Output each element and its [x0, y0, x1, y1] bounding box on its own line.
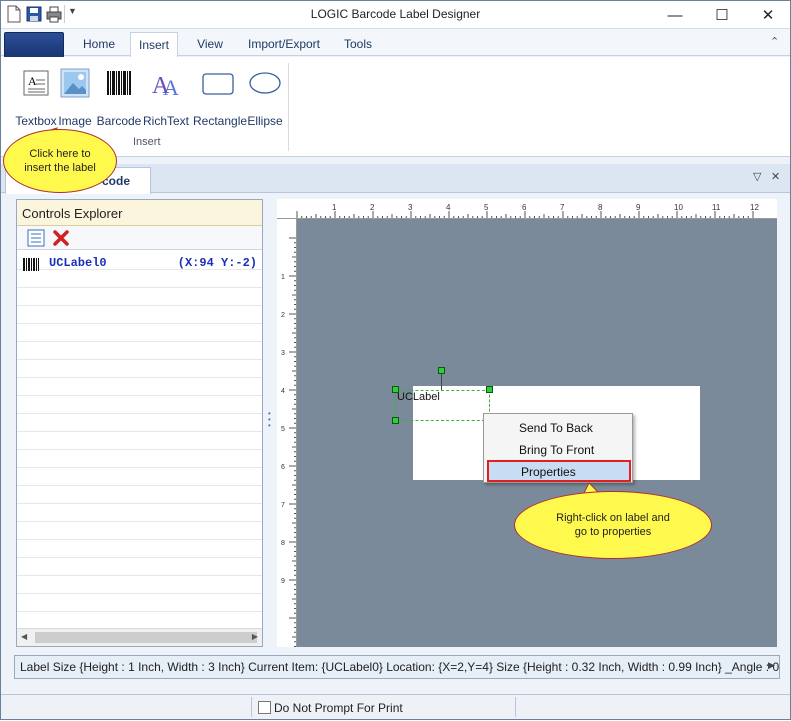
title-bar: ▼ LOGIC Barcode Label Designer — ☐ ✕ — [1, 1, 790, 29]
maximize-button[interactable]: ☐ — [699, 1, 745, 29]
ruler-label: 2 — [370, 203, 375, 212]
ruler-label: 10 — [674, 203, 683, 212]
controls-explorer-toolbar — [17, 226, 262, 250]
delete-icon[interactable] — [52, 229, 70, 247]
tab-import-export[interactable]: Import/Export — [241, 32, 327, 57]
list-item[interactable]: UCLabel0 (X:94 Y:-2) — [21, 256, 257, 273]
textbox-label: Textbox — [15, 114, 57, 128]
ruler-label: 5 — [281, 426, 285, 433]
image-label: Image — [58, 114, 92, 128]
image-icon — [60, 68, 90, 98]
textbox-button[interactable]: A Textbox — [13, 67, 59, 128]
rotation-handle[interactable] — [438, 367, 445, 374]
close-button[interactable]: ✕ — [745, 1, 791, 29]
controls-explorer-title: Controls Explorer — [17, 200, 262, 226]
ruler-label: 6 — [522, 203, 527, 212]
tab-view[interactable]: View — [185, 32, 235, 57]
resize-handle-bottom-left[interactable] — [392, 417, 399, 424]
menu-item-send-to-back[interactable]: Send To Back — [487, 417, 631, 438]
ruler-label: 7 — [281, 502, 285, 509]
menu-item-bring-to-front[interactable]: Bring To Front — [487, 439, 631, 460]
scroll-right-icon[interactable]: ▶ — [252, 632, 258, 641]
image-button[interactable]: Image — [58, 67, 92, 128]
callout-properties: Right-click on label and go to propertie… — [514, 491, 712, 559]
context-menu: Send To Back Bring To Front Properties — [483, 413, 633, 483]
resize-handle-top-left[interactable] — [392, 386, 399, 393]
richtext-button[interactable]: A A RichText — [143, 67, 189, 128]
ellipse-icon — [249, 72, 281, 94]
ruler-label: 8 — [598, 203, 603, 212]
print-prompt-option[interactable]: Do Not Prompt For Print — [251, 697, 516, 717]
rectangle-icon — [202, 73, 234, 95]
ruler-label: 3 — [408, 203, 413, 212]
resize-handle-top-right[interactable] — [486, 386, 493, 393]
collapse-ribbon-icon[interactable]: ⌃ — [770, 35, 779, 48]
svg-text:A: A — [163, 75, 179, 99]
minimize-icon: — — [667, 6, 683, 24]
barcode-icon — [105, 69, 133, 97]
vertical-ruler: 1 2 3 4 5 6 7 8 9 — [277, 219, 297, 647]
ellipse-label: Ellipse — [247, 114, 283, 128]
scrollbar-thumb[interactable] — [35, 632, 257, 643]
rectangle-label: Rectangle — [193, 114, 248, 128]
barcode-item-icon — [23, 258, 39, 271]
close-document-icon[interactable]: ✕ — [771, 170, 780, 183]
ruler-label: 1 — [332, 203, 337, 212]
tab-tools[interactable]: Tools — [333, 32, 383, 57]
controls-explorer-list: UCLabel0 (X:94 Y:-2) — [17, 252, 262, 628]
richtext-icon: A A — [152, 73, 179, 100]
ruler-label: 4 — [281, 388, 285, 395]
application-menu-button[interactable] — [4, 32, 64, 58]
ruler-label: 2 — [281, 312, 285, 319]
ruler-label: 1 — [281, 274, 285, 281]
properties-list-icon[interactable] — [27, 229, 45, 247]
scroll-left-icon[interactable]: ◀ — [21, 632, 27, 641]
ruler-label: 11 — [712, 203, 721, 212]
ruler-label: 6 — [281, 464, 285, 471]
callout-insert-label: Click here to insert the label — [3, 129, 117, 193]
barcode-label: Barcode — [96, 114, 142, 128]
ruler-label: 7 — [560, 203, 565, 212]
item-coordinates: (X:94 Y:-2) — [177, 256, 257, 270]
tab-home[interactable]: Home — [72, 32, 126, 57]
do-not-prompt-label: Do Not Prompt For Print — [274, 700, 403, 715]
ellipse-button[interactable]: Ellipse — [246, 67, 284, 128]
status-scroll-icon[interactable]: ▶ — [768, 660, 775, 671]
maximize-icon: ☐ — [715, 7, 729, 24]
app-window: ▼ LOGIC Barcode Label Designer — ☐ ✕ Hom… — [0, 0, 791, 720]
svg-text:A: A — [28, 74, 37, 88]
item-name: UCLabel0 — [49, 256, 107, 270]
menu-item-properties[interactable]: Properties — [487, 460, 631, 482]
ribbon-panel: A Textbox Image Barcode A A RichText Rec… — [1, 57, 790, 157]
ruler-label: 9 — [636, 203, 641, 212]
splitter-grip-icon[interactable]: • • • — [268, 410, 272, 435]
controls-explorer-panel: Controls Explorer UCLabel0 (X:94 Y:-2) ◀… — [16, 199, 263, 647]
richtext-label: RichText — [143, 114, 190, 128]
rectangle-button[interactable]: Rectangle — [193, 67, 248, 128]
rotation-line — [441, 373, 442, 390]
textbox-icon: A — [23, 70, 49, 96]
horizontal-scrollbar[interactable]: ◀ ▶ — [17, 628, 262, 646]
close-icon: ✕ — [761, 7, 775, 24]
ruler-label: 12 — [750, 203, 759, 212]
document-list-dropdown-icon[interactable]: ▽ — [753, 170, 761, 183]
ribbon-group-separator — [288, 63, 289, 151]
barcode-button[interactable]: Barcode — [96, 67, 142, 128]
minimize-button[interactable]: — — [652, 1, 698, 29]
horizontal-ruler: 1 2 3 4 5 6 7 8 9 10 11 12 — [277, 199, 777, 219]
ruler-label: 5 — [484, 203, 489, 212]
ruler-label: 8 — [281, 540, 285, 547]
tab-insert[interactable]: Insert — [130, 32, 178, 58]
ribbon-group-label: Insert — [133, 136, 161, 148]
label-textbox[interactable]: UCLabel — [395, 390, 490, 421]
ruler-label: 3 — [281, 350, 285, 357]
do-not-prompt-checkbox[interactable] — [258, 701, 271, 715]
ruler-label: 9 — [281, 578, 285, 585]
status-bar: Label Size {Height : 1 Inch, Width : 3 I… — [14, 655, 780, 679]
ruler-label: 4 — [446, 203, 451, 212]
